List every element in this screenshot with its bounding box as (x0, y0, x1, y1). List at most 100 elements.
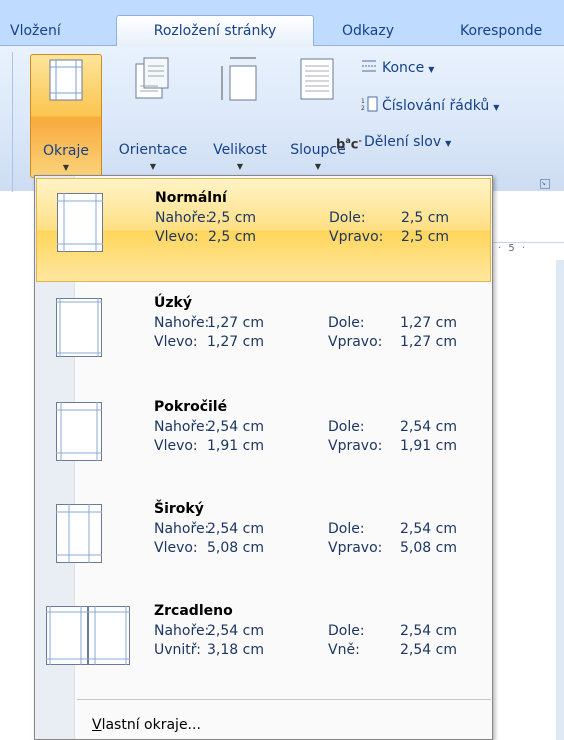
label-bottom: Dole: (328, 521, 365, 537)
menu-item-narrow[interactable]: Úzký Nahoře: 1,27 cm Dole: 1,27 cm Vlevo: 1,… (36, 284, 491, 388)
label-inside: Uvnitř: (154, 642, 202, 658)
orientation-icon (135, 57, 169, 99)
ribbon-tab-bar: Vložení Rozložení stránky Odkazy Korespo… (0, 0, 564, 47)
value-top: 2,54 cm (207, 623, 264, 639)
value-left: 5,08 cm (207, 540, 264, 556)
dialog-launcher-icon[interactable]: ↘ (540, 179, 550, 189)
menu-item-normal[interactable]: Normální Nahoře: 2,5 cm Dole: 2,5 cm Vlevo:… (36, 178, 491, 282)
breaks-label: Konce (382, 60, 425, 76)
size-label: Velikost (213, 142, 267, 158)
custom-margins-item[interactable]: Vlastní okraje... (92, 717, 201, 733)
tab-vlozeni[interactable]: Vložení (10, 20, 102, 47)
label-right: Vpravo: (329, 229, 384, 245)
value-top: 2,5 cm (208, 210, 257, 226)
margins-moderate-icon (56, 402, 102, 461)
tab-korespondence[interactable]: Koresponde (460, 20, 564, 47)
label-bottom: Dole: (328, 315, 365, 331)
breaks-icon (360, 58, 378, 72)
menu-item-moderate[interactable]: Pokročilé Nahoře: 2,54 cm Dole: 2,54 cm Vle… (36, 388, 491, 492)
item-title: Zrcadleno (154, 603, 233, 619)
columns-button[interactable]: Sloupce ▼ (282, 54, 354, 178)
line-numbers-label: Číslování řádků (382, 98, 490, 114)
line-numbers-icon: 12 (360, 96, 378, 112)
margins-wide-icon (56, 504, 102, 563)
ruler-number: 5 (508, 243, 517, 254)
value-right: 5,08 cm (400, 540, 457, 556)
hyphenation-label: Dělení slov (364, 134, 442, 150)
label-top: Nahoře: (154, 419, 210, 435)
group-divider (12, 52, 13, 192)
value-bottom: 1,27 cm (400, 315, 457, 331)
margins-narrow-icon (56, 298, 102, 357)
ribbon-page-setup-group: Okraje ▼ Orientace ▼ Velikost ▼ Sloupce … (0, 46, 564, 192)
value-right: 1,91 cm (400, 438, 457, 454)
size-icon (221, 57, 257, 101)
label-outside: Vně: (328, 642, 360, 658)
label-left: Vlevo: (155, 229, 199, 245)
item-title: Úzký (154, 295, 192, 311)
line-numbers-button[interactable]: 12 Číslování řádků ▼ (360, 96, 499, 114)
label-right: Vpravo: (328, 334, 383, 350)
custom-margins-label: lastní okraje... (101, 717, 201, 733)
value-outside: 2,54 cm (400, 642, 457, 658)
columns-icon (300, 58, 334, 100)
value-inside: 3,18 cm (207, 642, 264, 658)
value-left: 1,27 cm (207, 334, 264, 350)
margins-button[interactable]: Okraje ▼ (30, 54, 102, 178)
value-right: 2,5 cm (401, 229, 450, 245)
item-title: Široký (154, 501, 204, 517)
margins-normal-icon (57, 193, 103, 252)
size-button[interactable]: Velikost ▼ (200, 54, 280, 178)
label-top: Nahoře: (155, 210, 211, 226)
ruler: · 5 · (492, 242, 564, 260)
label-top: Nahoře: (154, 623, 210, 639)
orientation-label: Orientace (118, 142, 188, 158)
label-bottom: Dole: (329, 210, 366, 226)
chevron-down-icon: ▼ (236, 162, 244, 171)
value-bottom: 2,54 cm (400, 419, 457, 435)
menu-item-mirrored[interactable]: Zrcadleno Nahoře: 2,54 cm Dole: 2,54 cm Uvn… (36, 592, 491, 696)
chevron-down-icon: ▼ (314, 162, 322, 171)
label-bottom: Dole: (328, 623, 365, 639)
value-left: 2,5 cm (208, 229, 257, 245)
tab-rozlozeni-stranky[interactable]: Rozložení stránky (116, 15, 314, 47)
chevron-down-icon: ▼ (493, 103, 500, 112)
label-right: Vpravo: (328, 438, 383, 454)
orientation-button[interactable]: Orientace ▼ (108, 54, 198, 178)
label-top: Nahoře: (154, 521, 210, 537)
value-top: 1,27 cm (207, 315, 264, 331)
item-title: Normální (155, 190, 227, 206)
page-edge (556, 260, 564, 740)
chevron-down-icon: ▼ (149, 162, 157, 171)
hyphenation-button[interactable]: bac- Dělení slov ▼ (336, 134, 452, 152)
value-top: 2,54 cm (207, 419, 264, 435)
value-bottom: 2,5 cm (401, 210, 450, 226)
value-top: 2,54 cm (207, 521, 264, 537)
label-left: Vlevo: (154, 540, 198, 556)
access-key: V (92, 717, 102, 733)
label-bottom: Dole: (328, 419, 365, 435)
margins-label: Okraje (43, 143, 89, 159)
hyphenation-icon: bac- (336, 135, 362, 152)
label-left: Vlevo: (154, 334, 198, 350)
chevron-down-icon: ▼ (62, 163, 70, 172)
value-right: 1,27 cm (400, 334, 457, 350)
chevron-down-icon: ▼ (445, 139, 452, 148)
item-title: Pokročilé (154, 399, 228, 415)
margins-dropdown-menu: Normální Nahoře: 2,5 cm Dole: 2,5 cm Vlevo:… (34, 175, 493, 740)
label-top: Nahoře: (154, 315, 210, 331)
margins-icon (49, 59, 83, 101)
svg-text:1: 1 (361, 98, 365, 105)
tab-odkazy[interactable]: Odkazy (342, 20, 422, 47)
margins-mirrored-icon (46, 606, 130, 665)
menu-item-wide[interactable]: Široký Nahoře: 2,54 cm Dole: 2,54 cm Vlevo:… (36, 490, 491, 594)
chevron-down-icon: ▼ (428, 65, 435, 74)
menu-separator (77, 699, 491, 700)
label-left: Vlevo: (154, 438, 198, 454)
svg-text:2: 2 (361, 105, 365, 112)
breaks-button[interactable]: Konce ▼ (360, 58, 434, 76)
value-left: 1,91 cm (207, 438, 264, 454)
document-page (492, 260, 564, 740)
value-bottom: 2,54 cm (400, 521, 457, 537)
value-bottom: 2,54 cm (400, 623, 457, 639)
